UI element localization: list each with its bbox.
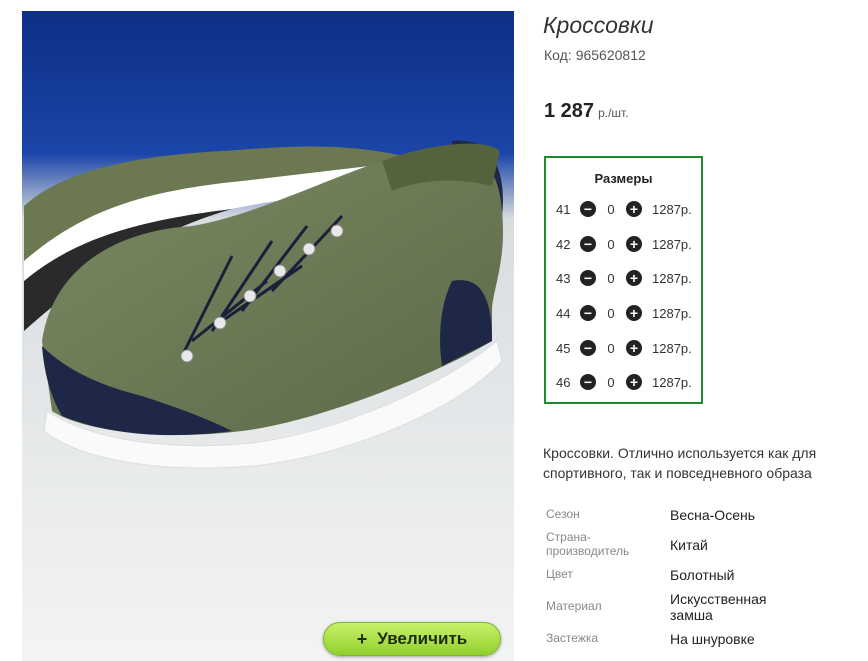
product-code-value: 965620812 bbox=[575, 47, 646, 63]
zoom-button[interactable]: + Увеличить bbox=[323, 622, 501, 656]
plus-icon[interactable]: + bbox=[626, 270, 642, 286]
plus-icon: + bbox=[356, 628, 368, 649]
size-row: 42 − 0 + 1287р. bbox=[556, 232, 692, 256]
property-value: Искусственная замша bbox=[670, 591, 767, 623]
plus-icon[interactable]: + bbox=[626, 374, 642, 390]
product-code-label: Код: bbox=[544, 47, 572, 63]
size-row: 43 − 0 + 1287р. bbox=[556, 266, 692, 290]
size-price: 1287р. bbox=[652, 201, 692, 217]
size-row: 44 − 0 + 1287р. bbox=[556, 301, 692, 325]
property-value: На шнуровке bbox=[670, 631, 755, 647]
zoom-button-label: Увеличить bbox=[377, 629, 468, 648]
property-key: Страна-производитель bbox=[546, 530, 630, 558]
size-number: 43 bbox=[556, 270, 571, 286]
size-number: 46 bbox=[556, 374, 571, 390]
size-row: 45 − 0 + 1287р. bbox=[556, 336, 692, 360]
minus-icon[interactable]: − bbox=[580, 201, 596, 217]
sizes-header: Размеры bbox=[594, 171, 653, 186]
size-quantity[interactable]: 0 bbox=[596, 306, 626, 321]
sizes-panel: Размеры 41 − 0 + 1287р. 42 − 0 + 1287р. … bbox=[544, 156, 703, 404]
size-quantity[interactable]: 0 bbox=[596, 375, 626, 390]
property-value: Болотный bbox=[670, 567, 735, 583]
size-quantity[interactable]: 0 bbox=[596, 341, 626, 356]
size-price: 1287р. bbox=[652, 236, 692, 252]
product-code: Код: 965620812 bbox=[544, 47, 646, 63]
size-number: 41 bbox=[556, 201, 571, 217]
size-quantity[interactable]: 0 bbox=[596, 271, 626, 286]
minus-icon[interactable]: − bbox=[580, 305, 596, 321]
price-value: 1 287 bbox=[544, 100, 595, 122]
size-number: 45 bbox=[556, 340, 571, 356]
product-photo[interactable]: + Увеличить bbox=[22, 11, 514, 661]
size-number: 42 bbox=[556, 236, 571, 252]
size-price: 1287р. bbox=[652, 270, 692, 286]
size-quantity[interactable]: 0 bbox=[596, 237, 626, 252]
property-key: Сезон bbox=[546, 507, 580, 521]
product-title: Кроссовки bbox=[543, 12, 654, 38]
price-unit: р./шт. bbox=[598, 106, 629, 120]
plus-icon[interactable]: + bbox=[626, 305, 642, 321]
property-value: Весна-Осень bbox=[670, 507, 756, 523]
minus-icon[interactable]: − bbox=[580, 374, 596, 390]
size-price: 1287р. bbox=[652, 305, 692, 321]
size-number: 44 bbox=[556, 305, 571, 321]
size-price: 1287р. bbox=[652, 340, 692, 356]
size-price: 1287р. bbox=[652, 374, 692, 390]
plus-icon[interactable]: + bbox=[626, 236, 642, 252]
property-value: Китай bbox=[670, 537, 708, 553]
plus-icon[interactable]: + bbox=[626, 340, 642, 356]
size-row: 46 − 0 + 1287р. bbox=[556, 370, 692, 394]
product-price: 1 287 р./шт. bbox=[544, 100, 629, 123]
product-description: Кроссовки. Отлично используется как для … bbox=[543, 445, 817, 481]
shoe-image bbox=[22, 11, 514, 661]
property-key: Материал bbox=[546, 599, 602, 613]
size-quantity[interactable]: 0 bbox=[596, 202, 626, 217]
property-key: Цвет bbox=[546, 567, 573, 581]
plus-icon[interactable]: + bbox=[626, 201, 642, 217]
property-key: Застежка bbox=[546, 631, 599, 645]
size-row: 41 − 0 + 1287р. bbox=[556, 197, 692, 221]
minus-icon[interactable]: − bbox=[580, 340, 596, 356]
minus-icon[interactable]: − bbox=[580, 236, 596, 252]
minus-icon[interactable]: − bbox=[580, 270, 596, 286]
